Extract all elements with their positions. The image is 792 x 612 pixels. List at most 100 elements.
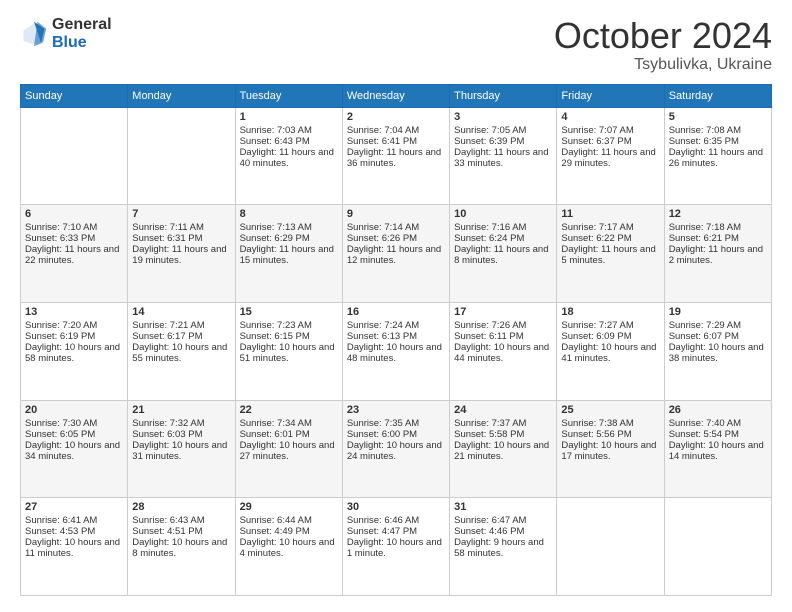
table-row: 7 Sunrise: 7:11 AMSunset: 6:31 PMDaylight… <box>128 205 235 303</box>
table-row: 6Sunrise: 7:10 AMSunset: 6:33 PMDaylight… <box>21 205 128 303</box>
daylight-text: Daylight: 10 hours and 31 minutes. <box>132 440 227 462</box>
daylight-text: Daylight: 10 hours and 44 minutes. <box>454 342 549 364</box>
sunset-text: Sunset: 6:00 PM <box>347 429 417 440</box>
sunrise-text: Sunrise: 6:41 AM <box>25 515 97 526</box>
day-number: 19 <box>669 306 767 318</box>
sunrise-text: Sunrise: 7:40 AM <box>669 418 741 429</box>
sunrise-text: Sunrise: 7:23 AM <box>240 320 312 331</box>
logo-text: General Blue <box>52 16 112 51</box>
sunset-text: Sunset: 6:39 PM <box>454 136 524 147</box>
table-row: 31Sunrise: 6:47 AMSunset: 4:46 PMDayligh… <box>450 498 557 596</box>
logo: General Blue <box>20 16 112 51</box>
day-number: 9 <box>347 208 445 220</box>
sunset-text: Sunset: 6:35 PM <box>669 136 739 147</box>
sunrise-text: Sunrise: 7:24 AM <box>347 320 419 331</box>
table-row: 12Sunrise: 7:18 AMSunset: 6:21 PMDayligh… <box>664 205 771 303</box>
daylight-text: Daylight: 11 hours and 26 minutes. <box>669 147 763 169</box>
table-row: 29Sunrise: 6:44 AMSunset: 4:49 PMDayligh… <box>235 498 342 596</box>
col-thursday: Thursday <box>450 84 557 107</box>
daylight-text: Daylight: 11 hours and 2 minutes. <box>669 244 763 266</box>
table-row: 14Sunrise: 7:21 AMSunset: 6:17 PMDayligh… <box>128 302 235 400</box>
table-row: 8Sunrise: 7:13 AMSunset: 6:29 PMDaylight… <box>235 205 342 303</box>
sunrise-text: Sunrise: 7:21 AM <box>132 320 204 331</box>
sunrise-text: Sunrise: 7:14 AM <box>347 222 419 233</box>
table-row: 18Sunrise: 7:27 AMSunset: 6:09 PMDayligh… <box>557 302 664 400</box>
month-title: October 2024 <box>554 16 772 56</box>
day-number: 25 <box>561 404 659 416</box>
day-number: 2 <box>347 111 445 123</box>
day-number: 3 <box>454 111 552 123</box>
sunrise-text: Sunrise: 7:10 AM <box>25 222 97 233</box>
day-number: 22 <box>240 404 338 416</box>
sunrise-text: Sunrise: 7:27 AM <box>561 320 633 331</box>
sunset-text: Sunset: 6:21 PM <box>669 233 739 244</box>
daylight-text: Daylight: 10 hours and 24 minutes. <box>347 440 442 462</box>
daylight-text: Daylight: 10 hours and 11 minutes. <box>25 537 120 559</box>
day-number: 23 <box>347 404 445 416</box>
day-number: 26 <box>669 404 767 416</box>
daylight-text: Daylight: 11 hours and 5 minutes. <box>561 244 655 266</box>
daylight-text: Daylight: 10 hours and 34 minutes. <box>25 440 120 462</box>
sunset-text: Sunset: 6:26 PM <box>347 233 417 244</box>
table-row: 21Sunrise: 7:32 AMSunset: 6:03 PMDayligh… <box>128 400 235 498</box>
sunrise-text: Sunrise: 7:20 AM <box>25 320 97 331</box>
day-number: 17 <box>454 306 552 318</box>
table-row: 28Sunrise: 6:43 AMSunset: 4:51 PMDayligh… <box>128 498 235 596</box>
table-row: 4Sunrise: 7:07 AMSunset: 6:37 PMDaylight… <box>557 107 664 205</box>
daylight-text: Daylight: 10 hours and 21 minutes. <box>454 440 549 462</box>
day-number: 1 <box>240 111 338 123</box>
daylight-text: Daylight: 11 hours and 36 minutes. <box>347 147 441 169</box>
sunset-text: Sunset: 6:33 PM <box>25 233 95 244</box>
table-row: 27Sunrise: 6:41 AMSunset: 4:53 PMDayligh… <box>21 498 128 596</box>
header: General Blue October 2024 Tsybulivka, Uk… <box>20 16 772 74</box>
sunrise-text: Sunrise: 6:46 AM <box>347 515 419 526</box>
table-row: 22Sunrise: 7:34 AMSunset: 6:01 PMDayligh… <box>235 400 342 498</box>
day-number: 14 <box>132 306 230 318</box>
sunrise-text: Sunrise: 7:34 AM <box>240 418 312 429</box>
table-row: 26Sunrise: 7:40 AMSunset: 5:54 PMDayligh… <box>664 400 771 498</box>
day-number: 5 <box>669 111 767 123</box>
sunset-text: Sunset: 6:22 PM <box>561 233 631 244</box>
sunset-text: Sunset: 4:51 PM <box>132 526 202 537</box>
logo-icon <box>20 20 48 48</box>
calendar-table: Sunday Monday Tuesday Wednesday Thursday… <box>20 84 772 596</box>
daylight-text: Daylight: 10 hours and 48 minutes. <box>347 342 442 364</box>
table-row: 9Sunrise: 7:14 AMSunset: 6:26 PMDaylight… <box>342 205 449 303</box>
sunset-text: Sunset: 6:29 PM <box>240 233 310 244</box>
daylight-text: Daylight: 10 hours and 8 minutes. <box>132 537 227 559</box>
day-number: 24 <box>454 404 552 416</box>
table-row: 15Sunrise: 7:23 AMSunset: 6:15 PMDayligh… <box>235 302 342 400</box>
day-number: 29 <box>240 501 338 513</box>
sunset-text: Sunset: 6:31 PM <box>132 233 202 244</box>
sunrise-text: Sunrise: 7:11 AM <box>132 222 204 233</box>
table-row: 30Sunrise: 6:46 AMSunset: 4:47 PMDayligh… <box>342 498 449 596</box>
sunrise-text: Sunrise: 7:13 AM <box>240 222 312 233</box>
daylight-text: Daylight: 10 hours and 38 minutes. <box>669 342 764 364</box>
daylight-text: Daylight: 10 hours and 27 minutes. <box>240 440 335 462</box>
daylight-text: Daylight: 10 hours and 51 minutes. <box>240 342 335 364</box>
table-row: 5Sunrise: 7:08 AMSunset: 6:35 PMDaylight… <box>664 107 771 205</box>
col-tuesday: Tuesday <box>235 84 342 107</box>
day-number: 7 <box>132 208 230 220</box>
table-row <box>21 107 128 205</box>
table-row: 17Sunrise: 7:26 AMSunset: 6:11 PMDayligh… <box>450 302 557 400</box>
sunrise-text: Sunrise: 6:43 AM <box>132 515 204 526</box>
table-row: 20Sunrise: 7:30 AMSunset: 6:05 PMDayligh… <box>21 400 128 498</box>
day-number: 12 <box>669 208 767 220</box>
day-number: 21 <box>132 404 230 416</box>
sunset-text: Sunset: 6:37 PM <box>561 136 631 147</box>
daylight-text: Daylight: 10 hours and 4 minutes. <box>240 537 335 559</box>
table-row: 11Sunrise: 7:17 AMSunset: 6:22 PMDayligh… <box>557 205 664 303</box>
calendar-week-row: 6Sunrise: 7:10 AMSunset: 6:33 PMDaylight… <box>21 205 772 303</box>
sunset-text: Sunset: 6:41 PM <box>347 136 417 147</box>
daylight-text: Daylight: 11 hours and 19 minutes. <box>132 244 226 266</box>
calendar-week-row: 1Sunrise: 7:03 AMSunset: 6:43 PMDaylight… <box>21 107 772 205</box>
sunset-text: Sunset: 4:46 PM <box>454 526 524 537</box>
calendar-week-row: 27Sunrise: 6:41 AMSunset: 4:53 PMDayligh… <box>21 498 772 596</box>
table-row: 3Sunrise: 7:05 AMSunset: 6:39 PMDaylight… <box>450 107 557 205</box>
daylight-text: Daylight: 11 hours and 22 minutes. <box>25 244 119 266</box>
sunset-text: Sunset: 5:56 PM <box>561 429 631 440</box>
col-wednesday: Wednesday <box>342 84 449 107</box>
daylight-text: Daylight: 11 hours and 8 minutes. <box>454 244 548 266</box>
day-number: 4 <box>561 111 659 123</box>
